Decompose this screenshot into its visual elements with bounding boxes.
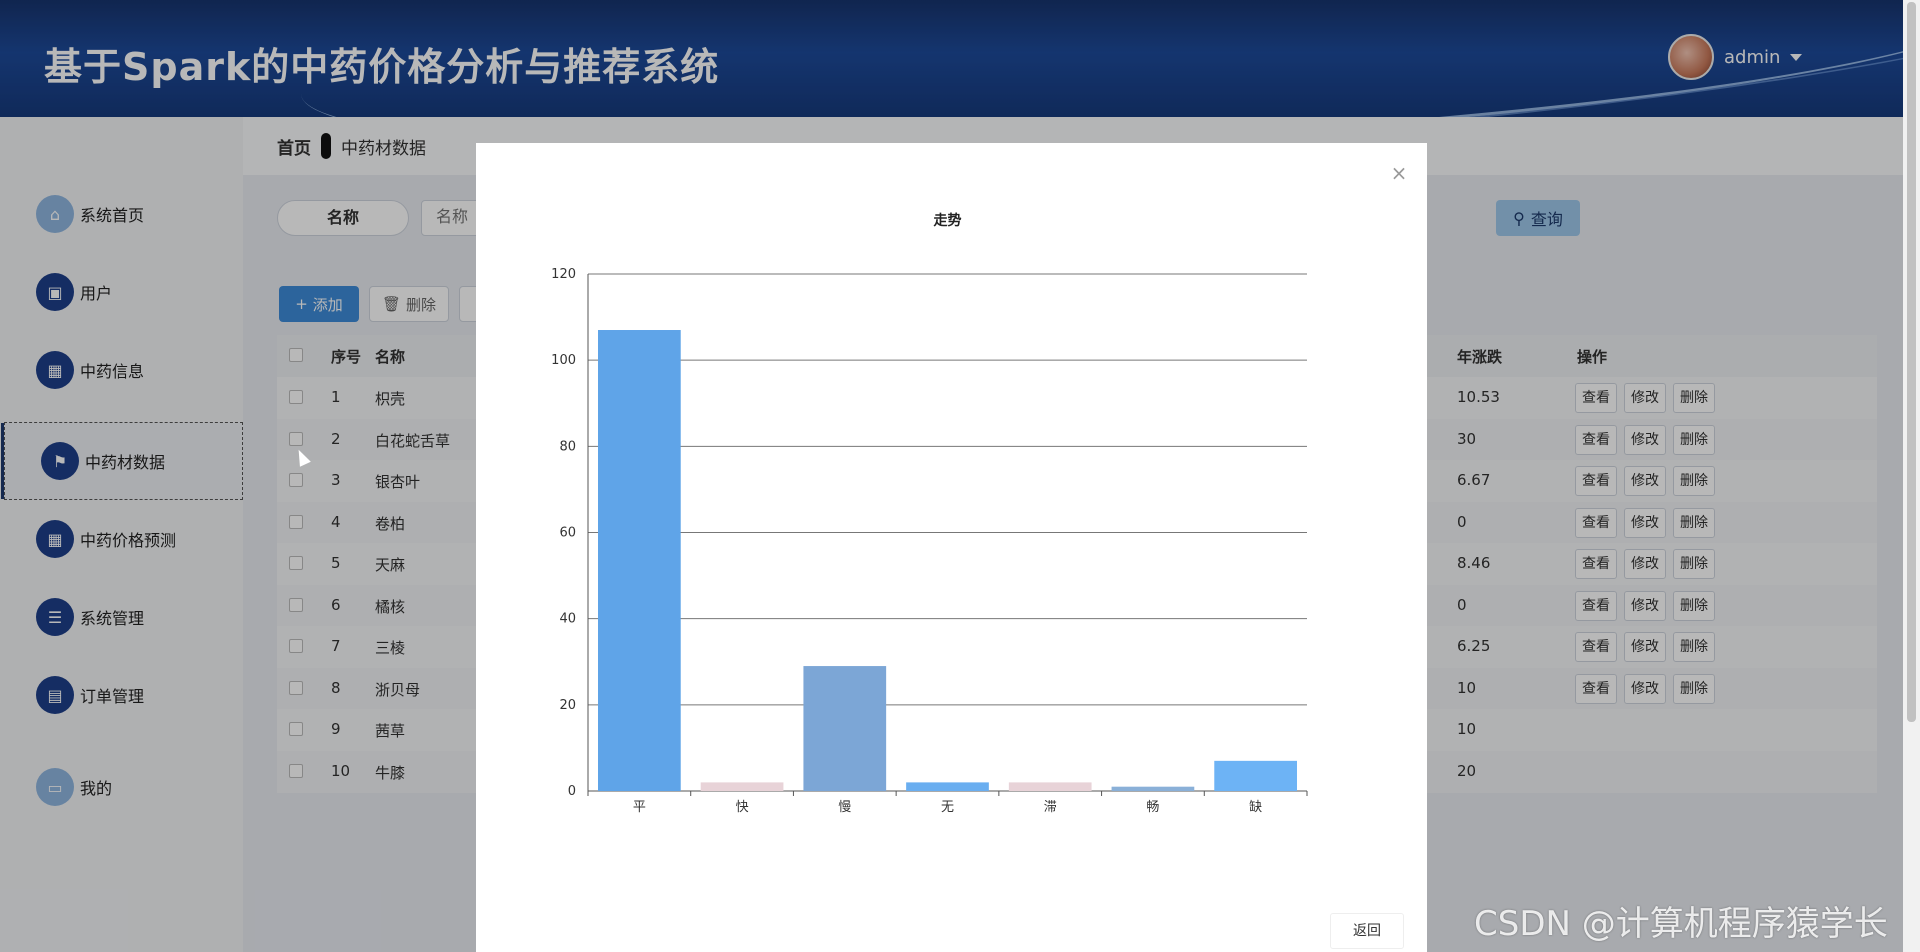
chart-bar [1214, 760, 1297, 791]
x-tick-label: 慢 [838, 799, 851, 815]
chart-bar [1008, 782, 1092, 791]
chart-bar [803, 666, 887, 791]
x-tick-label: 滞 [1044, 800, 1057, 815]
back-button[interactable]: 返回 [1330, 913, 1404, 949]
y-tick-label: 40 [559, 612, 576, 627]
x-tick-label: 无 [941, 800, 954, 815]
y-tick-label: 20 [559, 698, 576, 713]
chart-bar [1111, 786, 1195, 791]
chart-bar [700, 782, 784, 791]
chart-bar [598, 330, 681, 791]
y-tick-label: 120 [551, 267, 576, 282]
watermark: CSDN @计算机程序猿学长 [1474, 904, 1888, 944]
chart-modal: × 走势 0 20 40 60 80 100 120 平快慢无滞畅缺 返回 [476, 143, 1427, 952]
scrollbar[interactable] [1903, 0, 1920, 952]
x-tick-label: 畅 [1146, 800, 1159, 815]
x-tick-label: 缺 [1249, 800, 1262, 815]
y-tick-label: 80 [559, 439, 576, 454]
bar-chart: 走势 0 20 40 60 80 100 120 平 快 慢 无 滞 畅 缺 [551, 212, 1308, 815]
x-tick-label: 平 [633, 800, 646, 815]
chart-bar [906, 782, 989, 791]
x-tick-label: 快 [736, 800, 749, 815]
y-tick-label: 0 [568, 784, 576, 799]
y-tick-label: 60 [559, 526, 576, 541]
y-tick-label: 100 [551, 353, 576, 368]
chart-title: 走势 [934, 212, 962, 229]
scrollbar-thumb[interactable] [1907, 2, 1916, 722]
